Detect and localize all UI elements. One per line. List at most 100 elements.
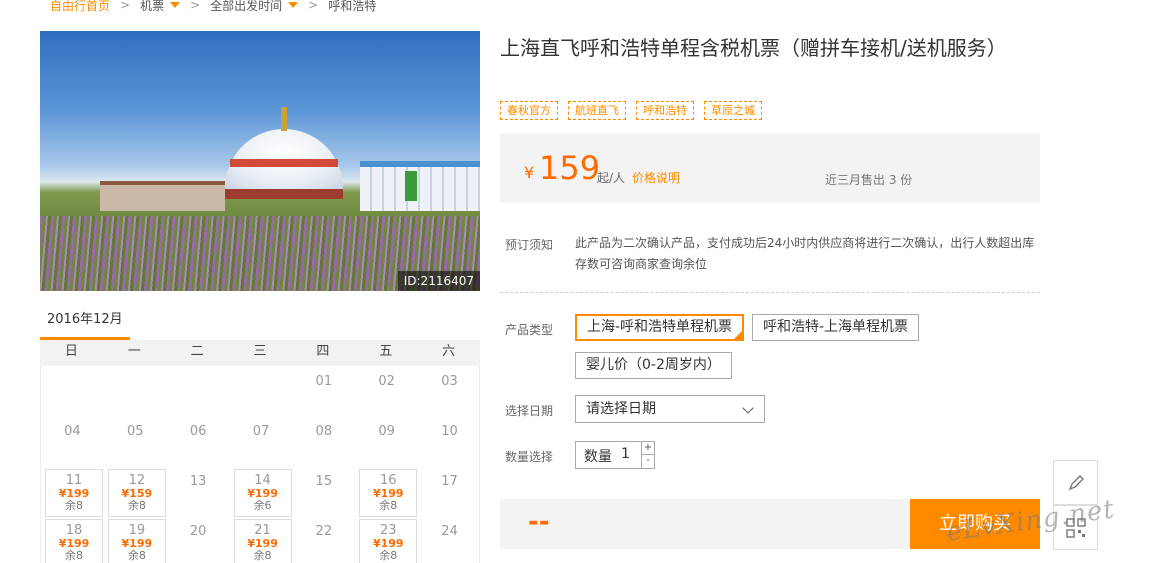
calendar-day-stock: 余8: [65, 549, 83, 562]
photo-spire: [281, 107, 287, 131]
breadcrumb-time-dropdown[interactable]: 全部出发时间: [210, 0, 299, 14]
calendar-day-number: 07: [252, 424, 270, 439]
product-photo[interactable]: ID:2116407: [40, 31, 480, 291]
price-unit: 起/人: [597, 171, 626, 185]
quantity-value[interactable]: 1: [621, 446, 630, 462]
calendar-day-number: 23: [380, 523, 397, 538]
weekday-label: 日: [64, 344, 78, 359]
calendar-day-stock: 余8: [253, 549, 272, 562]
total-price: --: [528, 507, 550, 537]
calendar-day-number: 03: [441, 374, 458, 389]
photo-dome-band: [230, 159, 338, 167]
calendar-day-available[interactable]: 16 ¥199 余8: [359, 469, 418, 517]
calendar-day: 03: [418, 366, 481, 416]
breadcrumb-time-label: 全部出发时间: [210, 0, 283, 13]
calendar-day: 13: [167, 466, 230, 516]
weekday-label: 三: [253, 344, 267, 359]
price-explanation-link[interactable]: 价格说明: [632, 169, 680, 186]
product-type-option[interactable]: 呼和浩特-上海单程机票: [752, 314, 920, 341]
weekday-label: 二: [190, 344, 204, 359]
calendar-day-number: 08: [315, 424, 333, 439]
calendar-day-available[interactable]: 19 ¥199 余8: [107, 519, 166, 563]
calendar-day-number: 06: [189, 424, 207, 439]
calendar-day: 08: [292, 416, 355, 466]
product-title: 上海直飞呼和浩特单程含税机票（赠拼车接机/送机服务）: [500, 36, 1007, 60]
price-box: ¥ 159 起/人 价格说明 近三月售出 3 份: [500, 133, 1040, 203]
calendar-day-stock: 余8: [379, 549, 398, 562]
quantity-label: 数量选择: [505, 450, 554, 464]
product-tag: 春秋官方: [500, 101, 558, 120]
calendar-day: 24: [418, 516, 481, 563]
price-amount: 159: [539, 149, 601, 187]
sold-count: 近三月售出 3 份: [825, 173, 913, 187]
calendar-day: 07: [230, 416, 293, 466]
product-tag: 航班直飞: [568, 101, 626, 120]
weekday-label: 五: [379, 344, 393, 359]
quantity-increase-button[interactable]: +: [641, 442, 654, 455]
product-tags: 春秋官方 航班直飞 呼和浩特 草原之城: [500, 101, 762, 120]
breadcrumb: 自由行首页 > 机票 > 全部出发时间 > 呼和浩特: [50, 0, 376, 14]
notice-label: 预订须知: [505, 238, 554, 252]
section-divider: [500, 292, 1040, 293]
calendar-day-stock: 余6: [253, 499, 272, 512]
calendar-day-number: 11: [65, 473, 83, 488]
photo-building-right: [360, 161, 480, 211]
calendar-day-number: 19: [128, 523, 146, 538]
breadcrumb-category-dropdown[interactable]: 机票: [140, 0, 181, 14]
calendar-day: 09: [355, 416, 418, 466]
quantity-decrease-button[interactable]: -: [641, 455, 654, 468]
chevron-down-icon: [742, 402, 754, 414]
date-label: 选择日期: [505, 404, 554, 418]
calendar-day-number: 22: [315, 524, 333, 539]
photo-id-label: ID:2116407: [397, 271, 480, 291]
calendar-grid: 01 02 03 04 05 06 07 08 09 10 11 ¥199 余8 12 ¥159 余8 13 14…: [40, 366, 480, 563]
edit-icon: [1068, 475, 1084, 491]
product-tag: 草原之城: [704, 101, 762, 120]
calendar-day-stock: 余8: [127, 549, 146, 562]
calendar-day: 06: [167, 416, 230, 466]
caret-down-icon: [288, 2, 299, 8]
date-select[interactable]: 请选择日期: [575, 395, 765, 423]
calendar-day-available[interactable]: 18 ¥199 余8: [45, 519, 103, 563]
breadcrumb-home-link[interactable]: 自由行首页: [50, 0, 110, 14]
calendar-day-number: 10: [441, 424, 458, 439]
calendar-day-stock: 余8: [127, 499, 146, 512]
breadcrumb-separator: >: [190, 0, 201, 12]
calendar-day-available[interactable]: 21 ¥199 余8: [233, 519, 292, 563]
product-type-option-selected[interactable]: 上海-呼和浩特单程机票: [575, 314, 745, 341]
calendar-day-available[interactable]: 23 ¥199 余8: [359, 519, 418, 563]
quantity-stepper: 数量 1 + -: [575, 441, 655, 469]
calendar-day: 04: [41, 416, 104, 466]
calendar-day: 01: [292, 366, 355, 416]
calendar-day-number: 20: [189, 524, 207, 539]
calendar-day: 02: [355, 366, 418, 416]
notice-text: 此产品为二次确认产品，支付成功后24小时内供应商将进行二次确认，出行人数超出库存…: [575, 236, 1035, 271]
calendar-day-number: 17: [441, 474, 458, 489]
calendar-day-number: 18: [65, 523, 83, 538]
product-tag: 呼和浩特: [636, 101, 694, 120]
date-select-placeholder: 请选择日期: [586, 401, 656, 417]
photo-building-left: [100, 181, 225, 211]
calendar-day-number: 05: [126, 424, 144, 439]
calendar-month-tab[interactable]: 2016年12月: [40, 308, 130, 340]
quantity-inner-label: 数量: [584, 449, 612, 465]
weekday-label: 一: [127, 344, 141, 359]
product-type-option-infant[interactable]: 婴儿价（0-2周岁内）: [575, 352, 732, 379]
calendar-day-stock: 余8: [65, 499, 83, 512]
calendar-day: 05: [104, 416, 167, 466]
calendar-day: 22: [292, 516, 355, 563]
calendar-day-number: 21: [254, 523, 271, 538]
breadcrumb-separator: >: [308, 0, 319, 12]
weekday-label: 四: [316, 344, 330, 359]
calendar-day-number: 13: [189, 474, 207, 489]
calendar-day-available[interactable]: 12 ¥159 余8: [107, 469, 166, 517]
calendar-day-stock: 余8: [379, 499, 398, 512]
calendar-day-available[interactable]: 11 ¥199 余8: [45, 469, 103, 517]
caret-down-icon: [170, 2, 181, 8]
breadcrumb-current: 呼和浩特: [328, 0, 377, 13]
calendar-day-available[interactable]: 14 ¥199 余6: [233, 469, 292, 517]
calendar-day-number: 12: [128, 473, 146, 488]
calendar-day-number: 15: [315, 474, 333, 489]
calendar-day-number: 09: [378, 424, 395, 439]
breadcrumb-separator: >: [120, 0, 131, 12]
